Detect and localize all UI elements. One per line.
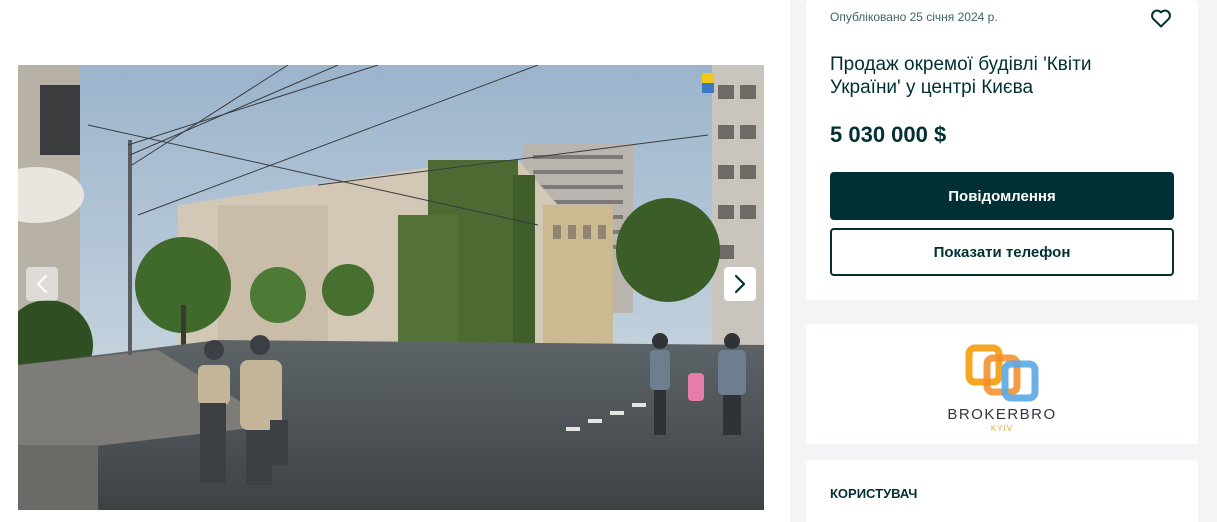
message-button[interactable]: Повідомлення xyxy=(830,172,1174,220)
chevron-left-icon xyxy=(36,274,48,294)
user-card: КОРИСТУВАЧ xyxy=(806,460,1198,522)
seller-logo-card[interactable]: BROKERBRO KYIV xyxy=(806,324,1198,444)
heart-outline-icon xyxy=(1151,9,1171,28)
listing-summary-card: Опубліковано 25 січня 2024 р. Продаж окр… xyxy=(806,0,1198,300)
favorite-button[interactable] xyxy=(1149,6,1173,30)
listing-title: Продаж окремої будівлі 'Квіти України' у… xyxy=(830,54,1092,98)
published-date: Опубліковано 25 січня 2024 р. xyxy=(830,10,998,24)
user-section-label: КОРИСТУВАЧ xyxy=(830,486,918,501)
seller-logo-city: KYIV xyxy=(990,424,1014,433)
listing-photo[interactable] xyxy=(18,65,764,510)
gallery-next-button[interactable] xyxy=(724,267,756,301)
gallery-prev-button[interactable] xyxy=(26,267,58,301)
seller-logo-name: BROKERBRO xyxy=(947,406,1057,423)
show-phone-button[interactable]: Показати телефон xyxy=(830,228,1174,276)
street-photo-illustration xyxy=(18,65,764,510)
brokerbro-logo-icon xyxy=(965,344,1039,402)
chevron-right-icon xyxy=(734,274,746,294)
listing-price: 5 030 000 $ xyxy=(830,122,947,147)
